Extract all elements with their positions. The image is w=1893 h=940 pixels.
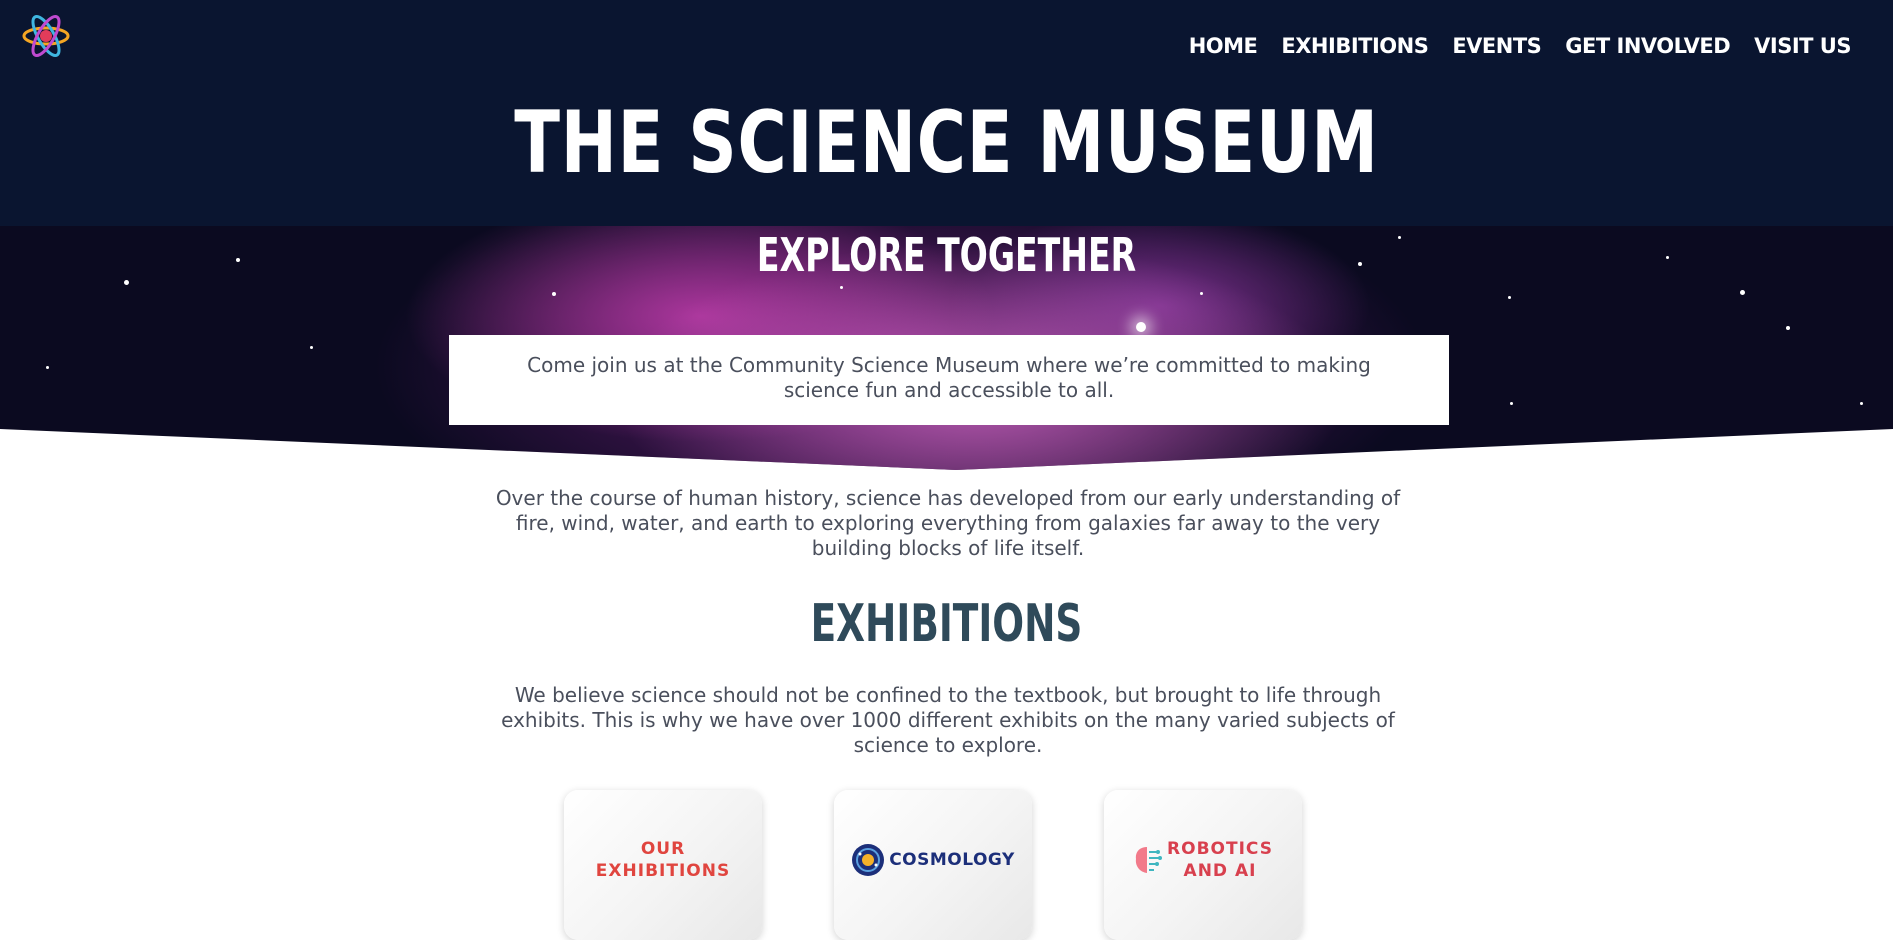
nav-visit-us[interactable]: VISIT US bbox=[1754, 34, 1851, 58]
star bbox=[236, 258, 240, 262]
intro-box: Come join us at the Community Science Mu… bbox=[449, 335, 1449, 425]
exhibitions-paragraph: We believe science should not be confine… bbox=[501, 683, 1395, 757]
hero-tagline: EXPLORE TOGETHER bbox=[756, 228, 1137, 282]
planet-icon bbox=[852, 844, 885, 876]
star bbox=[310, 346, 313, 349]
star bbox=[1510, 402, 1513, 405]
nav-events[interactable]: EVENTS bbox=[1452, 34, 1541, 58]
star bbox=[1740, 290, 1745, 295]
star bbox=[552, 292, 556, 296]
card-our-exhibitions[interactable]: OUR EXHIBITIONS bbox=[564, 790, 762, 940]
nav-get-involved[interactable]: GET INVOLVED bbox=[1565, 34, 1730, 58]
history-paragraph: Over the course of human history, scienc… bbox=[495, 486, 1401, 560]
nav-home[interactable]: HOME bbox=[1189, 34, 1258, 58]
star bbox=[46, 366, 49, 369]
card-cosmology[interactable]: COSMOLOGY bbox=[834, 790, 1032, 940]
card-label: OUR EXHIBITIONS bbox=[595, 839, 731, 881]
brain-circuit-icon bbox=[1135, 847, 1163, 873]
star bbox=[1860, 402, 1863, 405]
star bbox=[1136, 322, 1146, 332]
atom-logo-icon[interactable] bbox=[22, 12, 70, 60]
star bbox=[1508, 296, 1511, 299]
intro-text: Come join us at the Community Science Mu… bbox=[527, 353, 1371, 402]
site-title: THE SCIENCE MUSEUM bbox=[514, 93, 1379, 193]
star bbox=[1786, 326, 1790, 330]
star bbox=[1666, 256, 1669, 259]
main-nav: HOME EXHIBITIONS EVENTS GET INVOLVED VIS… bbox=[1189, 34, 1852, 58]
nav-exhibitions[interactable]: EXHIBITIONS bbox=[1281, 34, 1428, 58]
exhibitions-heading: EXHIBITIONS bbox=[810, 594, 1083, 654]
star bbox=[124, 280, 129, 285]
card-label: COSMOLOGY bbox=[889, 850, 1015, 870]
card-robotics-ai[interactable]: ROBOTICS AND AI bbox=[1104, 790, 1302, 940]
star bbox=[1200, 292, 1203, 295]
star bbox=[840, 286, 843, 289]
card-label: ROBOTICS AND AI bbox=[1167, 839, 1273, 881]
